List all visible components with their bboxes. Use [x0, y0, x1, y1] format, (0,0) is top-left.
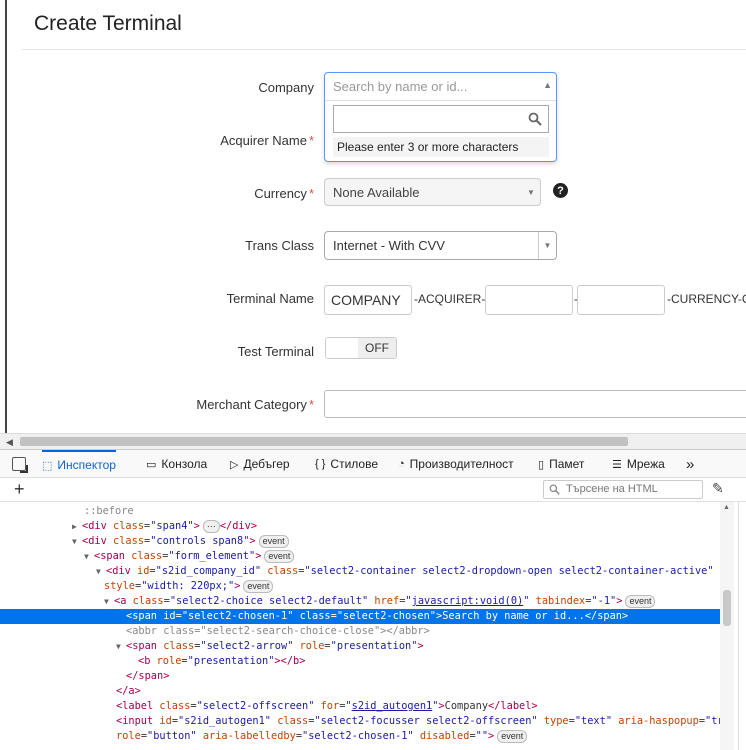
rules-side-panel [738, 502, 746, 750]
merchant-category-select[interactable] [324, 390, 746, 418]
dom-tree-scrollbar[interactable]: ▲ [720, 502, 734, 750]
required-marker: * [308, 186, 314, 201]
search-icon [528, 112, 542, 131]
trans-class-label: Trans Class [245, 238, 314, 253]
html-search-placeholder: Търсене на HTML [566, 483, 658, 495]
tab-console[interactable]: ▭ Конзола [146, 450, 207, 478]
left-gutter [0, 0, 7, 433]
dom-node[interactable]: <input id="s2id_autogen1" class="select2… [0, 714, 720, 729]
toggle-off-label: OFF [358, 338, 396, 358]
test-terminal-toggle[interactable]: OFF [325, 337, 397, 359]
terminal-sep-currency: -CURRENCY-C [667, 292, 746, 306]
dom-node[interactable]: ::before [0, 504, 720, 519]
dom-tree: ::before ▶ <div class="span4"> ⋯ </div> ▼ <d… [0, 502, 720, 750]
devtools-toolbar: + Търсене на HTML ✎ [0, 478, 746, 502]
currency-select[interactable]: None Available ▼ [324, 178, 541, 206]
acquirer-label: Acquirer Name * [220, 133, 314, 148]
terminal-company-field[interactable]: COMPANY [324, 285, 412, 315]
required-marker: * [308, 397, 314, 412]
html-search-input[interactable]: Търсене на HTML [543, 480, 703, 499]
merchant-category-label: Merchant Category * [196, 397, 314, 412]
currency-label: Currency * [254, 186, 314, 201]
terminal-acquirer-field[interactable] [485, 285, 573, 315]
tab-performance[interactable]: ◔ Производителност [398, 450, 514, 478]
dom-node[interactable]: <b role="presentation"></b> [0, 654, 720, 669]
title-bar: Create Terminal [22, 0, 746, 50]
scrollbar-thumb[interactable] [723, 590, 731, 626]
test-terminal-label: Test Terminal [237, 344, 314, 359]
dom-node[interactable]: ▼ <div id="s2id_company_id" class="select… [0, 564, 720, 579]
dom-node[interactable]: style="width: 220px;"> event [0, 579, 720, 594]
dom-node[interactable]: ▼ <span class="form_element"> event [0, 549, 720, 564]
terminal-middle-field[interactable] [577, 285, 665, 315]
console-icon: ▭ [146, 458, 157, 471]
devtools-tabbar: ⬚ Инспектор ▭ Конзола ▷ Дебъгер { } Стилове … [0, 450, 746, 478]
terminal-name-label: Terminal Name [226, 291, 314, 306]
search-icon [549, 484, 560, 498]
dom-node[interactable]: <abbr class="select2-search-choice-close… [0, 624, 720, 639]
dom-node[interactable]: ▶ <div class="span4"> ⋯ </div> [0, 519, 720, 534]
add-node-icon[interactable]: + [14, 479, 25, 500]
help-icon[interactable]: ? [553, 183, 568, 198]
scroll-left-icon[interactable]: ◀ [6, 437, 13, 448]
more-tabs-button[interactable]: » [686, 450, 694, 478]
tab-network[interactable]: ☰ Мрежа [612, 450, 665, 478]
company-placeholder: Search by name or id... [333, 79, 468, 94]
dom-node[interactable]: <label class="select2-offscreen" for="s2… [0, 699, 720, 714]
dom-node[interactable]: </span> [0, 669, 720, 684]
element-picker-icon[interactable] [12, 457, 28, 473]
dom-node[interactable]: ▼ <div class="controls span8"> event [0, 534, 720, 549]
tab-debugger[interactable]: ▷ Дебъгер [230, 450, 290, 478]
tab-inspector[interactable]: ⬚ Инспектор [42, 450, 116, 478]
trans-class-value: Internet - With CVV [333, 238, 445, 253]
dom-node[interactable]: role="button" aria-labelledby="select2-c… [0, 729, 720, 744]
debugger-icon: ▷ [230, 458, 239, 471]
devtools-panel: ⬚ Инспектор ▭ Конзола ▷ Дебъгер { } Стилове … [0, 449, 746, 750]
app-page: Create Terminal Company Search by name o… [0, 0, 746, 433]
dom-node[interactable]: ▼ <span class="select2-arrow" role="prese… [0, 639, 720, 654]
tab-styles[interactable]: { } Стилове [315, 450, 378, 478]
dom-node-selected[interactable]: <span id="select2-chosen-1" class="selec… [0, 609, 720, 624]
braces-icon: { } [315, 458, 326, 470]
scrollbar-thumb[interactable] [20, 437, 628, 446]
toggle-knob [326, 338, 360, 358]
company-select-dropdown[interactable]: Search by name or id... ▲ Please enter 3… [324, 72, 557, 162]
company-select-choice[interactable]: Search by name or id... ▲ [325, 73, 556, 101]
chevron-down-icon: ▼ [538, 232, 556, 259]
horizontal-scrollbar[interactable]: ◀ [0, 433, 746, 449]
company-label: Company [258, 80, 314, 95]
inspector-icon: ⬚ [42, 459, 53, 472]
chevron-down-icon: ▼ [527, 187, 535, 197]
trans-class-select[interactable]: Internet - With CVV ▼ [324, 231, 557, 260]
performance-icon: ◔ [398, 458, 405, 470]
memory-icon: ▯ [538, 458, 545, 471]
dom-node[interactable]: </a> [0, 684, 720, 699]
eyedropper-icon[interactable]: ✎ [712, 480, 724, 497]
company-search-input[interactable] [333, 105, 549, 133]
dom-node[interactable]: ▼ <a class="select2-choice select2-defaul… [0, 594, 720, 609]
tab-memory[interactable]: ▯ Памет [538, 450, 584, 478]
scroll-up-icon[interactable]: ▲ [723, 504, 730, 511]
required-marker: * [308, 133, 314, 148]
network-icon: ☰ [612, 458, 622, 471]
chevron-up-icon: ▲ [543, 80, 552, 90]
company-search-hint: Please enter 3 or more characters [333, 137, 549, 157]
currency-value: None Available [333, 185, 420, 200]
page-title: Create Terminal [34, 12, 182, 35]
terminal-sep-acquirer: -ACQUIRER- [414, 292, 486, 306]
